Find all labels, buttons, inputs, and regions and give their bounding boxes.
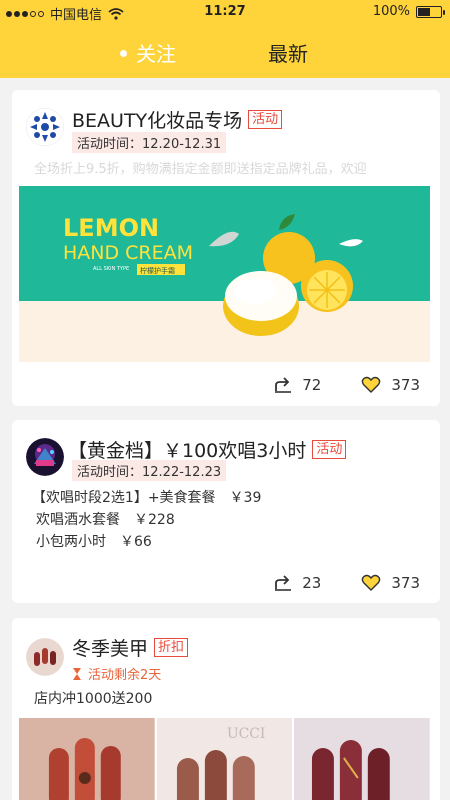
post-stats: 23 373	[274, 574, 420, 592]
avatar	[26, 108, 64, 146]
share-icon	[275, 575, 292, 591]
share-count: 23	[302, 574, 322, 592]
avatar	[26, 638, 64, 676]
heart-icon	[362, 376, 381, 393]
post-title-text: 【黄金档】￥100欢唱3小时	[68, 440, 307, 462]
share-button[interactable]: 72	[274, 376, 321, 394]
post-stats: 72 373	[274, 376, 420, 394]
nail-photo[interactable]	[19, 718, 155, 800]
nail-photo[interactable]: UCCI	[156, 718, 293, 800]
event-time: 活动时间：12.20-12.31	[72, 132, 227, 153]
post-title-text: 冬季美甲	[72, 638, 149, 660]
like-count: 373	[391, 574, 420, 592]
avatar	[26, 438, 64, 476]
package-line: 小包两小时 ￥66	[36, 534, 152, 550]
status-bar: 中国电信 11:27 100%	[0, 0, 450, 24]
share-count: 72	[302, 376, 322, 394]
share-button[interactable]: 23	[274, 574, 321, 592]
banner-title-1: LEMON	[63, 214, 159, 242]
post-card-ktv[interactable]: 【黄金档】￥100欢唱3小时 活动 活动时间：12.22-12.23 【欢唱时段2…	[12, 420, 440, 603]
status-badge: 折扣	[154, 638, 189, 657]
status-badge: 活动	[312, 440, 347, 459]
package-line: 欢唱酒水套餐 ￥228	[36, 512, 175, 528]
banner-title-2: HAND CREAM	[63, 242, 193, 264]
banner-image[interactable]: LEMON HAND CREAM ALL SKIN TYPE 柠檬护手霜	[19, 186, 430, 362]
heart-icon	[362, 574, 381, 591]
countdown-label: 活动剩余2天	[88, 668, 162, 683]
post-description: 全场折上9.5折，购物满指定金额即送指定品牌礼品，欢迎	[34, 162, 367, 177]
package-line: 【欢唱时段2选1】+美食套餐 ￥39	[32, 490, 262, 506]
tab-latest-label: 最新	[268, 42, 308, 66]
nail-photo[interactable]	[294, 718, 431, 800]
battery-label: 100%	[372, 4, 410, 19]
post-card-nails[interactable]: 冬季美甲 折扣 活动剩余2天 店内冲1000送200 UCCI	[12, 618, 440, 800]
hourglass-icon	[73, 667, 81, 680]
banner-tag: 柠檬护手霜	[140, 266, 175, 275]
post-title[interactable]: 【黄金档】￥100欢唱3小时 活动	[68, 436, 347, 463]
share-icon	[275, 377, 292, 393]
status-badge: 活动	[248, 110, 283, 129]
countdown: 活动剩余2天	[72, 664, 161, 683]
svg-text:UCCI: UCCI	[227, 726, 266, 742]
like-count: 373	[391, 376, 420, 394]
post-card-beauty[interactable]: BEAUTY化妆品专场 活动 活动时间：12.20-12.31 全场折上9.5折，…	[12, 90, 440, 406]
like-button[interactable]: 373	[361, 574, 420, 592]
event-time: 活动时间：12.22-12.23	[72, 460, 227, 481]
tab-follow-label: 关注	[136, 42, 176, 66]
tab-follow[interactable]: 关注	[120, 38, 176, 67]
header-bar: 中国电信 11:27 100% 关注 最新	[0, 0, 450, 78]
tab-latest[interactable]: 最新	[268, 38, 308, 67]
post-title-text: BEAUTY化妆品专场	[72, 110, 243, 132]
photo-gallery: UCCI	[19, 718, 431, 800]
post-title[interactable]: BEAUTY化妆品专场 活动	[72, 106, 283, 133]
like-button[interactable]: 373	[361, 376, 420, 394]
package-list: 【欢唱时段2选1】+美食套餐 ￥39 欢唱酒水套餐 ￥228 小包两小时 ￥66	[32, 487, 261, 553]
post-title[interactable]: 冬季美甲 折扣	[72, 634, 189, 661]
battery-icon	[416, 5, 445, 18]
active-dot-icon	[120, 50, 127, 57]
post-description: 店内冲1000送200	[34, 691, 153, 707]
banner-subtitle: ALL SKIN TYPE	[93, 266, 129, 272]
